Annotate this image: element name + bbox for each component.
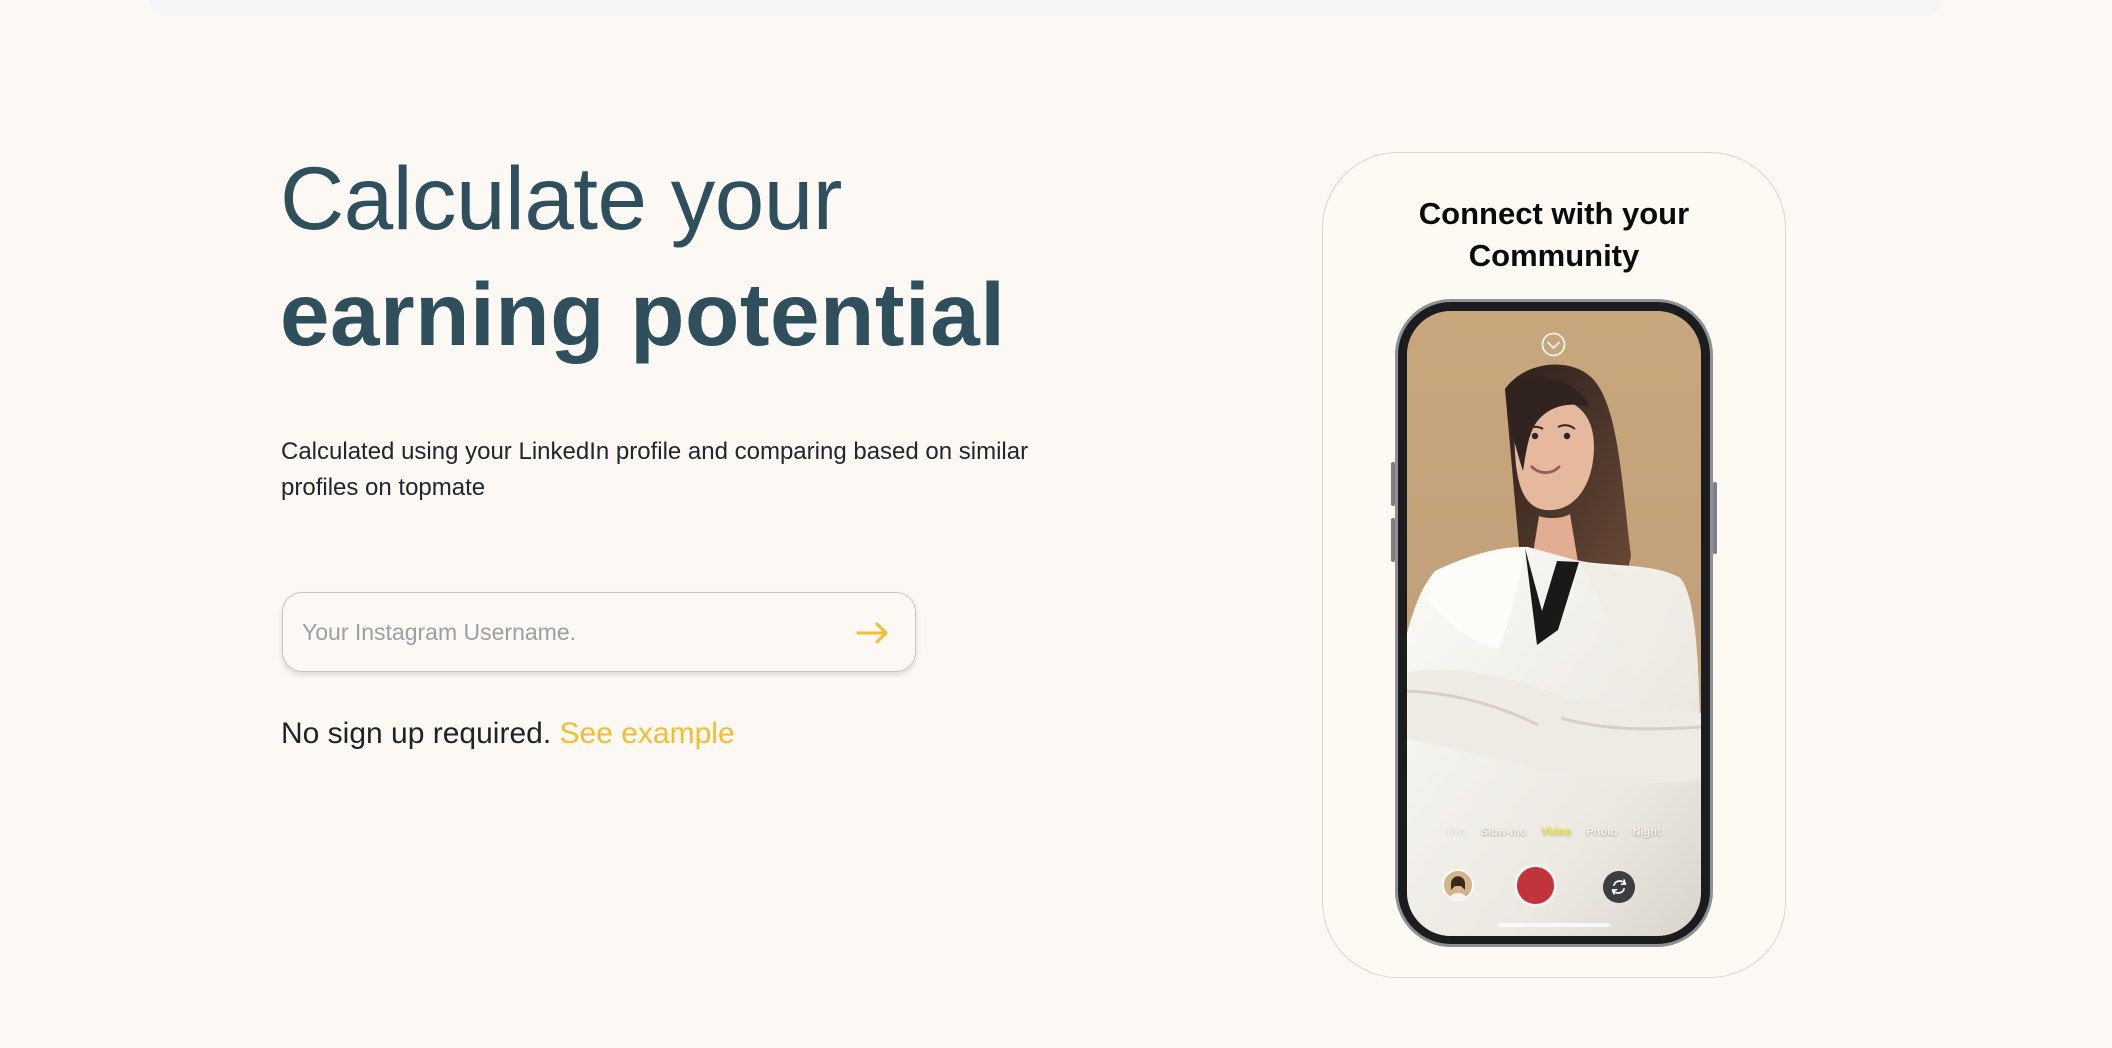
flip-camera-button[interactable]: [1603, 871, 1635, 903]
gallery-thumbnail[interactable]: [1442, 869, 1474, 901]
chevron-down-icon[interactable]: [1540, 331, 1567, 358]
see-example-link[interactable]: See example: [560, 717, 735, 750]
instagram-username-form: [282, 592, 916, 672]
hero-title-line-1: Calculate your: [280, 148, 842, 248]
camera-mode-pro[interactable]: Pro: [1447, 826, 1465, 838]
phone-mockup: Pro Slow-mo Video Photo Night: [1391, 299, 1717, 947]
community-phone-card: Connect with your Community Pro Slow-mo …: [1322, 152, 1786, 978]
phone-card-title-line-2: Community: [1468, 238, 1640, 273]
record-button[interactable]: [1514, 864, 1557, 907]
thumbnail-photo: [1444, 871, 1472, 899]
flip-camera-icon: [1611, 879, 1627, 895]
hero-title: Calculate your earning potential: [280, 154, 1006, 359]
camera-screen: Pro Slow-mo Video Photo Night: [1407, 311, 1701, 936]
phone-volume-button: [1391, 462, 1395, 506]
camera-mode-photo[interactable]: Photo: [1586, 826, 1617, 838]
camera-mode-slow-mo[interactable]: Slow-mo: [1481, 826, 1527, 838]
phone-card-title-line-1: Connect with your: [1418, 196, 1690, 231]
phone-volume-button: [1391, 518, 1395, 562]
arrow-right-icon: [856, 622, 888, 644]
camera-mode-video[interactable]: Video: [1542, 826, 1572, 838]
phone-power-button: [1713, 482, 1717, 554]
camera-preview-photo: [1407, 311, 1701, 936]
home-indicator: [1498, 923, 1610, 927]
hero-title-line-2: earning potential: [280, 264, 1006, 364]
submit-arrow-button[interactable]: [853, 613, 893, 653]
camera-mode-selector: Pro Slow-mo Video Photo Night: [1407, 826, 1701, 838]
phone-card-title: Connect with your Community: [1323, 193, 1785, 277]
top-navigation-bar: [150, 0, 1940, 16]
signup-note-text: No sign up required.: [281, 717, 552, 750]
hero-subtitle: Calculated using your LinkedIn profile a…: [281, 438, 1029, 501]
camera-mode-night[interactable]: Night: [1633, 826, 1661, 838]
signup-note: No sign up required. See example: [281, 714, 735, 754]
instagram-username-input[interactable]: [302, 613, 822, 651]
